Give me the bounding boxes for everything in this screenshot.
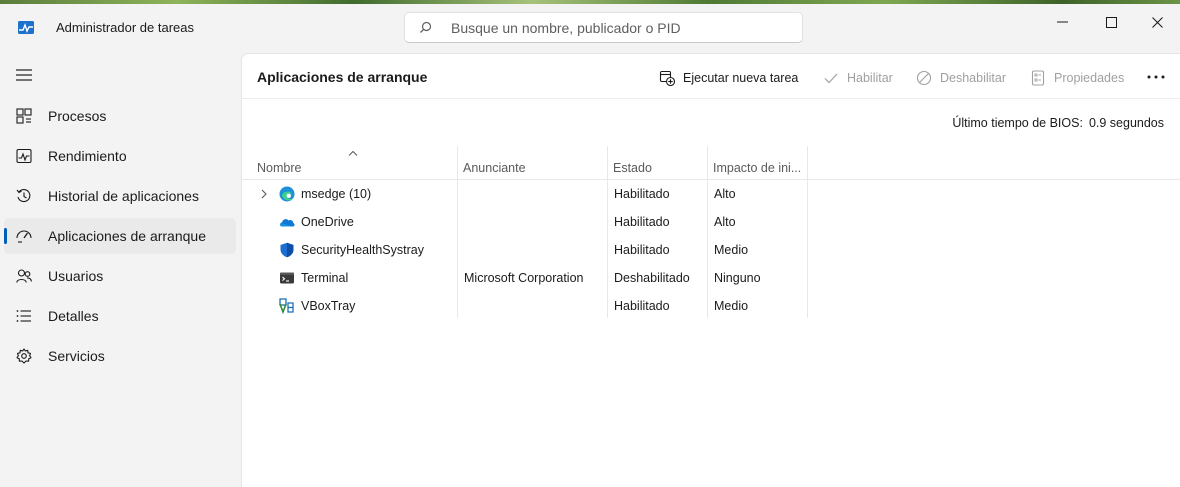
startup-apps-icon (16, 230, 32, 243)
active-indicator (4, 228, 7, 244)
app-name: SecurityHealthSystray (301, 243, 424, 257)
table-header: Nombre Anunciante Estado Impacto de ini.… (242, 146, 1180, 180)
edge-icon (279, 186, 295, 202)
sidebar-item-label: Detalles (48, 308, 99, 324)
app-impact: Alto (714, 187, 736, 201)
run-new-task-button[interactable]: Ejecutar nueva tarea (659, 69, 798, 87)
app-status: Deshabilitado (614, 271, 690, 285)
enable-label: Habilitar (847, 71, 893, 85)
performance-icon (16, 148, 32, 164)
sidebar-item-app-history[interactable]: Historial de aplicaciones (4, 178, 236, 214)
app-title: Administrador de tareas (56, 20, 195, 35)
sidebar-item-label: Aplicaciones de arranque (48, 228, 206, 244)
minimize-button[interactable] (1039, 8, 1085, 36)
more-options-button[interactable] (1144, 69, 1168, 85)
title-bar: Administrador de tareas (0, 4, 1180, 48)
run-new-task-icon (659, 70, 675, 86)
search-box[interactable] (404, 12, 803, 43)
column-header-status[interactable]: Estado (607, 146, 707, 180)
search-icon (420, 21, 432, 33)
services-icon (16, 348, 32, 364)
close-button[interactable] (1134, 8, 1180, 36)
bios-time-value: 0.9 segundos (1088, 116, 1164, 130)
sidebar-item-label: Procesos (48, 108, 107, 124)
block-icon (916, 70, 932, 86)
column-header-label: Impacto de ini... (713, 161, 802, 175)
column-header-label: Nombre (257, 161, 302, 175)
app-impact: Medio (714, 243, 749, 257)
more-icon (1147, 75, 1165, 79)
checkmark-icon (824, 73, 838, 84)
sidebar-item-performance[interactable]: Rendimiento (4, 138, 236, 174)
table-row[interactable]: VBoxTray Habilitado Medio (242, 292, 1180, 320)
enable-button[interactable]: Habilitar (823, 69, 893, 87)
app-history-icon (16, 189, 31, 203)
details-icon (16, 310, 31, 322)
app-status: Habilitado (614, 243, 670, 257)
processes-icon (16, 108, 32, 124)
properties-label: Propiedades (1054, 71, 1125, 85)
app-name: Terminal (301, 271, 349, 285)
vbox-icon (279, 298, 294, 314)
table-row[interactable]: SecurityHealthSystray Habilitado Medio (242, 236, 1180, 264)
terminal-icon (280, 272, 294, 284)
maximize-icon (1105, 16, 1117, 28)
disable-label: Deshabilitar (940, 71, 1007, 85)
minimize-icon (1056, 21, 1068, 23)
sort-ascending-icon (348, 150, 358, 156)
sidebar-item-details[interactable]: Detalles (4, 298, 236, 334)
app-status: Habilitado (614, 215, 670, 229)
page-title: Aplicaciones de arranque (257, 69, 428, 85)
column-header-publisher[interactable]: Anunciante (457, 146, 607, 180)
sidebar-item-startup-apps[interactable]: Aplicaciones de arranque (4, 218, 236, 254)
security-shield-icon (280, 242, 294, 258)
main-panel: Aplicaciones de arranque Ejecutar nueva … (241, 53, 1180, 487)
sidebar-item-services[interactable]: Servicios (4, 338, 236, 374)
chevron-right-icon[interactable] (260, 188, 268, 200)
table-row[interactable]: msedge (10) Habilitado Alto (242, 180, 1180, 208)
sidebar-item-label: Rendimiento (48, 148, 127, 164)
app-status: Habilitado (614, 187, 670, 201)
search-input[interactable] (451, 18, 791, 38)
sidebar-item-processes[interactable]: Procesos (4, 98, 236, 134)
app-name: msedge (10) (301, 187, 372, 201)
close-icon (1151, 16, 1163, 28)
column-header-label: Estado (613, 161, 652, 175)
app-status: Habilitado (614, 299, 670, 313)
sidebar-item-label: Usuarios (48, 268, 104, 284)
onedrive-icon (280, 219, 295, 227)
column-header-startup-impact[interactable]: Impacto de ini... (707, 146, 807, 180)
app-name: OneDrive (301, 215, 354, 229)
table-row[interactable]: OneDrive Habilitado Alto (242, 208, 1180, 236)
column-header-label: Anunciante (463, 161, 526, 175)
bios-time-label: Último tiempo de BIOS: (952, 116, 1083, 130)
bios-time: Último tiempo de BIOS: 0.9 segundos (952, 116, 1164, 130)
app-impact: Alto (714, 215, 736, 229)
properties-icon (1031, 70, 1045, 86)
main-header: Aplicaciones de arranque Ejecutar nueva … (242, 54, 1180, 99)
app-impact: Ninguno (714, 271, 761, 285)
maximize-button[interactable] (1088, 8, 1134, 36)
app-impact: Medio (714, 299, 749, 313)
run-new-task-label: Ejecutar nueva tarea (683, 71, 799, 85)
app-publisher: Microsoft Corporation (464, 271, 584, 285)
sidebar-item-users[interactable]: Usuarios (4, 258, 236, 294)
users-icon (16, 269, 32, 283)
sidebar-item-label: Servicios (48, 348, 105, 364)
sidebar-item-label: Historial de aplicaciones (48, 188, 199, 204)
task-manager-app-icon (18, 21, 34, 34)
sidebar: Procesos Rendimiento Historial de aplica… (0, 48, 241, 487)
table-row[interactable]: Terminal Microsoft Corporation Deshabili… (242, 264, 1180, 292)
column-header-name[interactable]: Nombre (251, 146, 457, 180)
properties-button[interactable]: Propiedades (1030, 69, 1124, 87)
hamburger-menu-icon[interactable] (16, 68, 32, 82)
disable-button[interactable]: Deshabilitar (916, 69, 1006, 87)
app-name: VBoxTray (301, 299, 356, 313)
